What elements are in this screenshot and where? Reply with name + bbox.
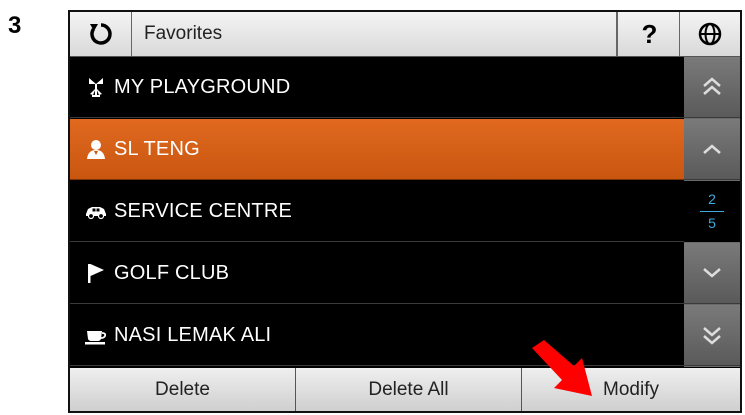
help-icon: ? (641, 19, 658, 49)
favorite-item[interactable]: MY PLAYGROUND (70, 57, 684, 118)
scroll-down-button[interactable] (684, 243, 740, 304)
page-indicator: 2 5 (684, 181, 740, 242)
favorite-item[interactable]: SERVICE CENTRE (70, 181, 684, 242)
refresh-icon (89, 23, 112, 45)
favorites-list: MY PLAYGROUND SL TENG SERVICE CENTRE GOL… (70, 57, 684, 367)
page-current: 2 (708, 191, 716, 207)
device-screen: Favorites ? MY PLAYGROUND SL TENG SERVIC… (68, 10, 742, 413)
flag-icon (88, 264, 104, 283)
refresh-button[interactable] (70, 12, 132, 56)
favorite-label: NASI LEMAK ALI (114, 324, 272, 346)
favorite-label: SL TENG (114, 138, 200, 160)
delete-button[interactable]: Delete (70, 368, 296, 411)
favorite-item[interactable]: GOLF CLUB (70, 243, 684, 304)
globe-icon (698, 22, 722, 46)
favorite-label: GOLF CLUB (114, 262, 230, 284)
page-title: Favorites (144, 23, 223, 44)
scroll-up-button[interactable] (684, 119, 740, 180)
scroll-first-page-button[interactable] (684, 57, 740, 118)
page-total: 5 (708, 215, 716, 231)
action-bar: Delete Delete All Modify (70, 368, 740, 411)
favorite-label: MY PLAYGROUND (114, 76, 291, 98)
double-chevron-up-icon (703, 77, 721, 95)
chevron-down-icon (703, 268, 721, 278)
person-icon (87, 140, 105, 159)
title-bar: Favorites ? (70, 12, 740, 57)
delete-all-button[interactable]: Delete All (296, 368, 522, 411)
playground-icon (89, 78, 103, 97)
chevron-up-icon (703, 144, 721, 154)
favorite-item-selected[interactable]: SL TENG (70, 119, 684, 180)
language-button[interactable] (680, 12, 740, 56)
page-divider (700, 211, 724, 212)
scrollbar: 2 5 (684, 57, 740, 367)
double-chevron-down-icon (703, 327, 721, 345)
title-field: Favorites (132, 12, 617, 56)
callout-arrow-icon (532, 340, 592, 396)
help-button[interactable]: ? (617, 12, 680, 56)
favorite-label: SERVICE CENTRE (114, 200, 293, 222)
scroll-last-page-button[interactable] (684, 305, 740, 366)
cup-icon (85, 331, 107, 345)
car-icon (86, 207, 106, 220)
step-number: 3 (8, 12, 22, 39)
